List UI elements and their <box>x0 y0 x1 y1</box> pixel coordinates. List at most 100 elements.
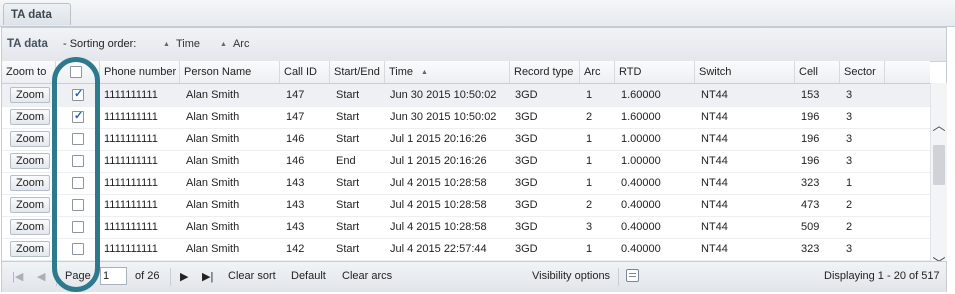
cell-phone: 1111111111 <box>104 243 158 255</box>
cell-arc: 1 <box>586 243 593 255</box>
row-checkbox[interactable] <box>72 87 84 101</box>
col-zoom-to[interactable]: Zoom to <box>2 61 56 83</box>
select-all-checkbox[interactable] <box>70 66 82 78</box>
visibility-options-button[interactable]: Visibility options <box>532 270 610 282</box>
cell-phone: 1111111111 <box>104 155 158 167</box>
table-row[interactable]: Zoom 1111111111 Alan Smith 142 Start Jul… <box>2 238 930 261</box>
cell-record-type: 3GD <box>515 243 538 255</box>
cell-record-type: 3GD <box>515 221 538 233</box>
visibility-options-icon[interactable] <box>626 269 639 282</box>
cell-start-end: Start <box>336 221 360 233</box>
cell-call-id: 143 <box>286 199 305 211</box>
cell-switch: NT44 <box>701 221 728 233</box>
cell-record-type: 3GD <box>515 177 538 189</box>
tab-ta-data[interactable]: TA data <box>3 3 71 25</box>
row-checkbox[interactable] <box>72 109 84 123</box>
row-checkbox[interactable] <box>72 177 84 189</box>
table-row[interactable]: Zoom 1111111111 Alan Smith 146 Start Jul… <box>2 128 930 151</box>
cell-phone: 1111111111 <box>104 199 158 211</box>
col-cell[interactable]: Cell <box>795 61 840 83</box>
col-person-name[interactable]: Person Name <box>180 61 280 83</box>
zoom-button[interactable]: Zoom <box>10 219 50 235</box>
cell-rtd: 0.40000 <box>621 199 661 211</box>
table-row[interactable]: Zoom 1111111111 Alan Smith 143 Start Jul… <box>2 216 930 239</box>
row-checkbox[interactable] <box>72 133 84 145</box>
cell-switch: NT44 <box>701 155 728 167</box>
cell-call-id: 143 <box>286 177 305 189</box>
cell-rtd: 0.40000 <box>621 243 661 255</box>
zoom-button[interactable]: Zoom <box>10 87 50 103</box>
clear-sort-button[interactable]: Clear sort <box>228 270 276 282</box>
table-row[interactable]: Zoom 1111111111 Alan Smith 143 Start Jul… <box>2 172 930 195</box>
cell-person: Alan Smith <box>186 111 240 123</box>
cell-sector: 1 <box>846 177 853 189</box>
cell-rtd: 1.60000 <box>621 111 661 123</box>
sorting-order-label: - Sorting order: <box>63 38 137 50</box>
col-phone-number[interactable]: Phone number <box>100 61 180 83</box>
zoom-button[interactable]: Zoom <box>10 153 50 169</box>
cell-start-end: Start <box>336 133 360 145</box>
next-page-icon[interactable]: ▶ <box>180 270 188 283</box>
zoom-button[interactable]: Zoom <box>10 241 50 257</box>
zoom-button[interactable]: Zoom <box>10 109 50 125</box>
zoom-button[interactable]: Zoom <box>10 197 50 213</box>
col-switch[interactable]: Switch <box>695 61 795 83</box>
cell-time: Jul 1 2015 20:16:26 <box>390 133 487 145</box>
col-sector[interactable]: Sector <box>840 61 885 83</box>
panel-header: TA data - Sorting order: ▲ Time ▲ Arc <box>2 28 946 62</box>
cell-person: Alan Smith <box>186 155 240 167</box>
last-page-icon[interactable]: ▶| <box>202 270 213 283</box>
page-number-input[interactable]: 1 <box>100 267 127 285</box>
sort-asc-icon: ▲ <box>220 41 227 48</box>
col-time[interactable]: Time ▲ <box>385 61 510 83</box>
tab-strip: TA data <box>0 0 955 27</box>
scroll-up-icon[interactable]: ︿ <box>931 119 947 133</box>
page-count-label: of 26 <box>135 270 160 282</box>
cell-switch: NT44 <box>701 177 728 189</box>
row-checkbox[interactable] <box>72 155 84 167</box>
table-row[interactable]: Zoom 1111111111 Alan Smith 147 Start Jun… <box>2 84 930 107</box>
cell-record-type: 3GD <box>515 89 538 101</box>
cell-phone: 1111111111 <box>104 177 158 189</box>
page-label: Page <box>65 270 91 282</box>
col-arc[interactable]: Arc <box>580 61 615 83</box>
cell-person: Alan Smith <box>186 89 240 101</box>
table-row[interactable]: Zoom 1111111111 Alan Smith 146 End Jul 1… <box>2 150 930 173</box>
cell-switch: NT44 <box>701 89 728 101</box>
cell-person: Alan Smith <box>186 133 240 145</box>
cell-time: Jul 4 2015 10:28:58 <box>390 177 487 189</box>
row-checkbox[interactable] <box>72 221 84 233</box>
cell-arc: 2 <box>586 199 593 211</box>
col-select-all[interactable] <box>56 61 100 83</box>
zoom-button[interactable]: Zoom <box>10 175 50 191</box>
default-button[interactable]: Default <box>291 270 326 282</box>
cell-sector: 3 <box>846 133 853 145</box>
toolbar-separator <box>170 268 171 286</box>
cell-call-id: 146 <box>286 133 305 145</box>
paging-toolbar: |◀ ◀ Page 1 of 26 ▶ ▶| Clear sort Defaul… <box>2 261 946 292</box>
row-checkbox[interactable] <box>72 243 84 255</box>
zoom-button[interactable]: Zoom <box>10 131 50 147</box>
table-row[interactable]: Zoom 1111111111 Alan Smith 147 Start Jun… <box>2 106 930 129</box>
col-record-type[interactable]: Record type <box>510 61 580 83</box>
sort-field-time[interactable]: ▲ Time <box>163 38 200 50</box>
sort-field-arc[interactable]: ▲ Arc <box>220 38 249 50</box>
row-checkbox[interactable] <box>72 199 84 211</box>
col-call-id[interactable]: Call ID <box>280 61 330 83</box>
cell-switch: NT44 <box>701 111 728 123</box>
first-page-icon[interactable]: |◀ <box>12 270 23 283</box>
cell-sector: 3 <box>846 111 853 123</box>
vertical-scrollbar[interactable]: ︿ ﹀ <box>930 83 947 271</box>
sort-asc-icon: ▲ <box>421 69 428 76</box>
panel-title: TA data <box>7 38 48 50</box>
scrollbar-thumb[interactable] <box>933 145 945 185</box>
table-row[interactable]: Zoom 1111111111 Alan Smith 143 Start Jul… <box>2 194 930 217</box>
cell-sector: 3 <box>846 89 853 101</box>
clear-arcs-button[interactable]: Clear arcs <box>342 270 392 282</box>
cell-person: Alan Smith <box>186 243 240 255</box>
cell-start-end: Start <box>336 89 360 101</box>
col-rtd[interactable]: RTD <box>615 61 695 83</box>
cell-sector: 3 <box>846 243 853 255</box>
prev-page-icon[interactable]: ◀ <box>37 270 45 283</box>
col-start-end[interactable]: Start/End <box>330 61 385 83</box>
